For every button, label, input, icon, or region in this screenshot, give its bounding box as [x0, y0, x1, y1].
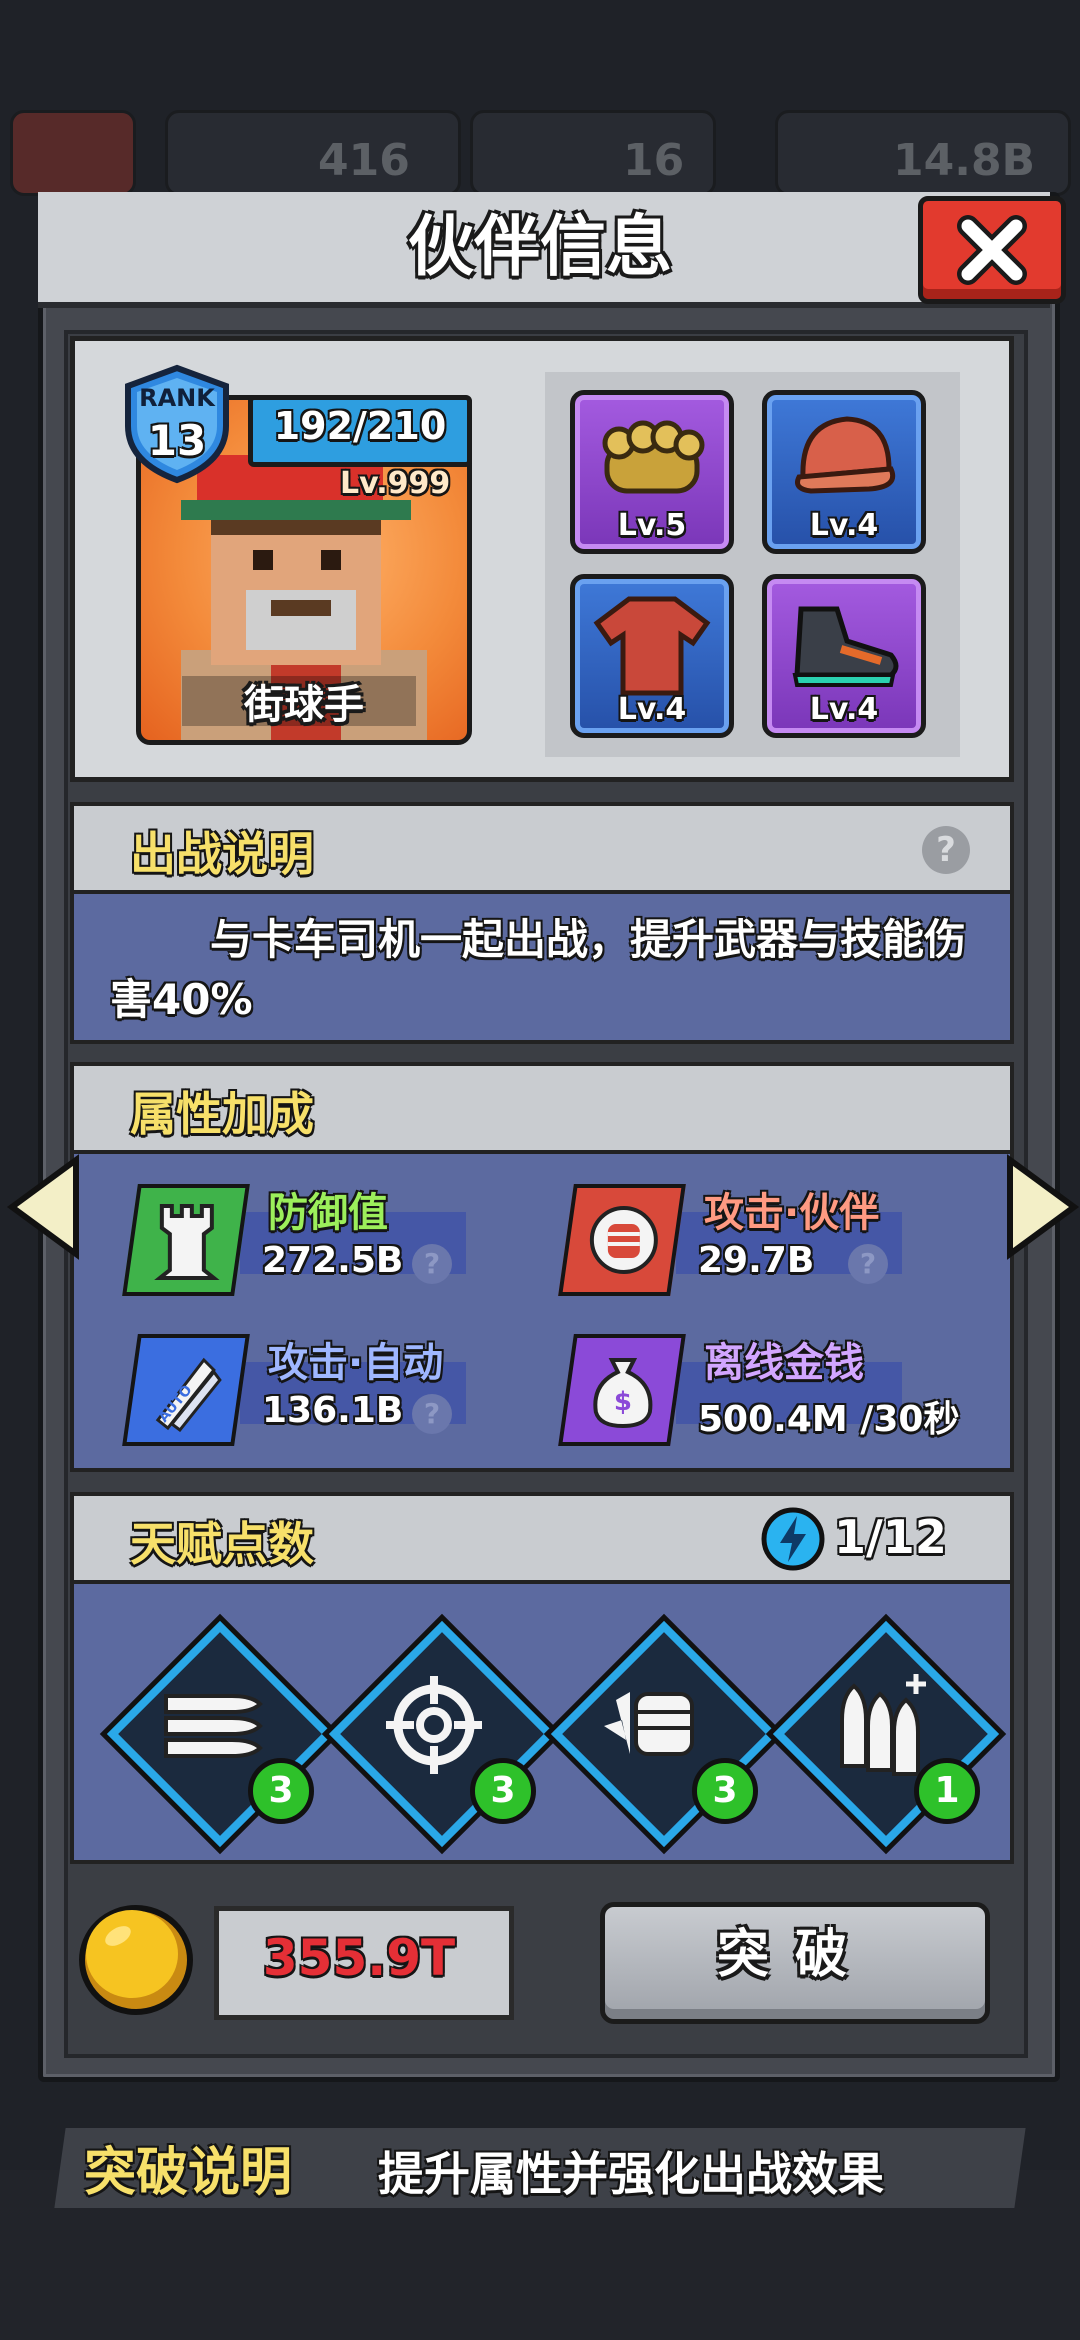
auto-attack-label: 攻击·自动 [268, 1340, 444, 1386]
equip-slot-shirt[interactable]: Lv.4 [570, 574, 734, 738]
talent-count: 3 [470, 1758, 536, 1824]
battle-description: 与卡车司机一起出战，提升武器与技能伤害40% [110, 915, 967, 1024]
crosshair-icon [386, 1676, 482, 1774]
talent-bullets[interactable]: 3 [106, 1620, 334, 1848]
talent-count: 3 [692, 1758, 758, 1824]
money-bag-icon: $ [593, 1358, 653, 1429]
defense-value: 272.5B [262, 1240, 404, 1281]
talents-section-title: 天赋点数 [130, 1517, 314, 1571]
defense-help-icon[interactable]: ? [412, 1244, 452, 1284]
offline-money-icon-box: $ [558, 1334, 686, 1446]
purple-gem-value: 16 [623, 135, 685, 186]
partner-attack-help-icon[interactable]: ? [848, 1244, 888, 1284]
partner-attack-value: 29.7B [698, 1240, 815, 1281]
equip-level: Lv.4 [617, 692, 687, 727]
bullets-icon [164, 1694, 263, 1758]
svg-text:$: $ [614, 1387, 632, 1417]
gold-coin-icon [79, 1905, 193, 2015]
footer-text: 提升属性并强化出战效果 [378, 2147, 884, 2201]
attributes-section-title: 属性加成 [130, 1087, 314, 1141]
partner-attack-icon-box [558, 1184, 686, 1296]
tshirt-icon [593, 596, 711, 696]
back-button [10, 110, 136, 196]
offline-money-value: 500.4M /30秒 [698, 1399, 960, 1440]
auto-attack-help-icon[interactable]: ? [412, 1394, 452, 1434]
equip-level: Lv.5 [617, 508, 687, 543]
defense-icon-box [122, 1184, 250, 1296]
fist-icon [589, 1206, 658, 1274]
talent-points: 1/12 [834, 1510, 947, 1564]
offline-money-label: 离线金钱 [704, 1340, 864, 1386]
battle-section-title: 出战说明 [130, 827, 314, 881]
talent-count: 3 [248, 1758, 314, 1824]
gold-coin-value: 14.8B [893, 135, 1036, 186]
cap-icon [795, 416, 896, 494]
partner-attack-label: 攻击·伙伴 [704, 1190, 880, 1236]
equip-level: Lv.4 [809, 692, 879, 727]
green-gem-value: 416 [318, 135, 410, 186]
next-arrow-icon[interactable] [1002, 1152, 1080, 1262]
previous-arrow-icon[interactable] [4, 1152, 84, 1262]
breakthrough-button-label: 突破 [716, 1925, 873, 1985]
close-button[interactable] [918, 196, 1066, 304]
footer-title: 突破说明 [84, 2143, 293, 2203]
talent-fist[interactable]: 3 [550, 1620, 778, 1848]
brass-knuckles-icon [602, 420, 705, 494]
cost-value: 355.9T [262, 1929, 456, 1987]
close-icon [957, 215, 1027, 285]
auto-attack-value: 136.1B [262, 1390, 404, 1431]
auto-attack-icon-box: AUTO [122, 1334, 250, 1446]
bullets-plus-icon [840, 1674, 926, 1776]
hero-name: 街球手 [244, 682, 364, 728]
xp-text: 192/210 [273, 404, 447, 448]
lightning-icon [761, 1507, 825, 1571]
battle-help-icon[interactable]: ? [922, 826, 970, 874]
auto-missile-icon: AUTO [156, 1357, 222, 1432]
rank-label: RANK [139, 384, 215, 412]
green-gem-counter: 416 [165, 110, 461, 196]
equip-slot-knuckles[interactable]: Lv.5 [570, 390, 734, 554]
defense-label: 防御值 [268, 1190, 388, 1236]
background-top-bar: 416 16 14.8B [0, 90, 1080, 200]
talent-crosshair[interactable]: 3 [328, 1620, 556, 1848]
talent-count: 1 [914, 1758, 980, 1824]
sneaker-icon [792, 606, 899, 687]
hero-level: Lv.999 [340, 466, 451, 501]
tower-icon [154, 1204, 220, 1280]
gold-coin-counter: 14.8B [775, 110, 1071, 196]
purple-gem-counter: 16 [470, 110, 716, 196]
equip-slot-sneaker[interactable]: Lv.4 [762, 574, 926, 738]
equip-level: Lv.4 [809, 508, 879, 543]
equip-slot-cap[interactable]: Lv.4 [762, 390, 926, 554]
fist-icon [604, 1692, 694, 1756]
talent-bullets-plus[interactable]: 1 [772, 1620, 1000, 1848]
rank-value: 13 [147, 416, 207, 465]
